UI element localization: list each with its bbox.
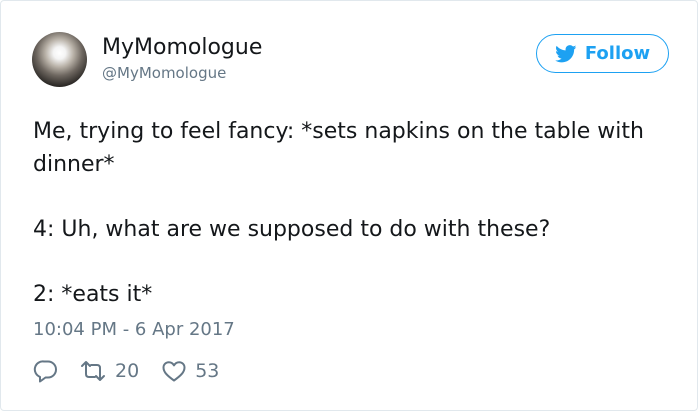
tweet-line: Me, trying to feel fancy: *sets napkins … (33, 119, 644, 177)
reply-button[interactable] (33, 358, 59, 384)
avatar[interactable] (32, 32, 87, 87)
tweet-line: 2: *eats it* (33, 281, 153, 307)
display-name[interactable]: MyMomologue (102, 34, 262, 62)
tweet-timestamp[interactable]: 10:04 PM - 6 Apr 2017 (33, 318, 235, 342)
retweet-count: 20 (115, 360, 140, 382)
follow-button[interactable]: Follow (536, 34, 669, 73)
tweet-line: 4: Uh, what are we supposed to do with t… (33, 216, 551, 242)
tweet-text: Me, trying to feel fancy: *sets napkins … (33, 116, 673, 311)
user-handle[interactable]: @MyMomologue (102, 63, 226, 83)
retweet-button[interactable]: 20 (79, 359, 139, 383)
tweet-card: MyMomologue @MyMomologue Follow Me, tryi… (0, 0, 698, 411)
retweet-icon (81, 361, 105, 381)
reply-icon (33, 360, 57, 383)
like-button[interactable]: 53 (161, 359, 219, 383)
like-count: 53 (195, 360, 220, 382)
twitter-bird-icon (554, 44, 577, 62)
follow-label: Follow (584, 43, 651, 64)
heart-icon (162, 361, 186, 382)
tweet-actions: 20 53 (33, 356, 219, 386)
